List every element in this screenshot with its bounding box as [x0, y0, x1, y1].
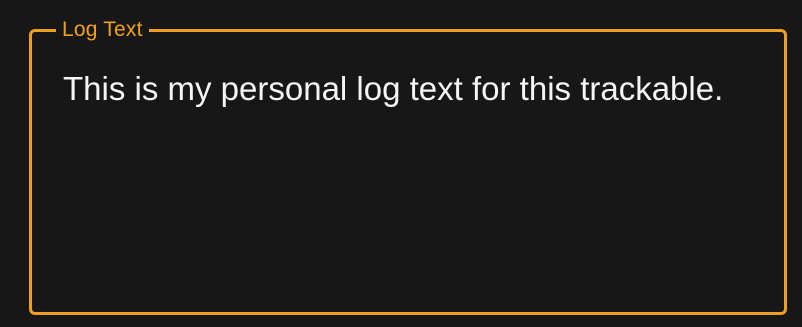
log-text-screen: Log Text This is my personal log text fo… [0, 0, 802, 327]
log-text-input[interactable]: This is my personal log text for this tr… [63, 67, 753, 110]
log-text-label: Log Text [56, 16, 149, 44]
